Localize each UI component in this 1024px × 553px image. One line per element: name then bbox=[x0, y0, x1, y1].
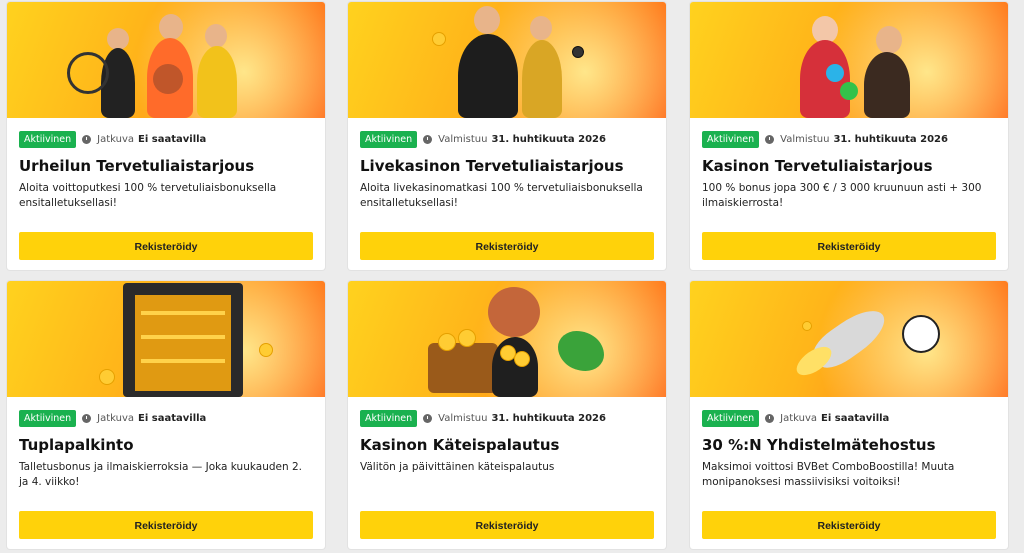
promo-card-double-reward: Aktiivinen Jatkuva Ei saatavilla Tuplapa… bbox=[7, 281, 325, 549]
duration-label: Valmistuu bbox=[438, 133, 488, 145]
duration-label: Jatkuva bbox=[780, 412, 818, 424]
register-button[interactable]: Rekisteröidy bbox=[360, 232, 654, 260]
promo-card-live-casino-welcome: Aktiivinen Valmistuu 31. huhtikuuta 2026… bbox=[348, 2, 666, 270]
promo-description: Aloita livekasinomatkasi 100 % tervetuli… bbox=[360, 182, 643, 209]
status-badge: Aktiivinen bbox=[702, 130, 760, 148]
promo-title: Kasinon Tervetuliaistarjous bbox=[702, 157, 933, 175]
promo-card-casino-cashback: Aktiivinen Valmistuu 31. huhtikuuta 2026… bbox=[348, 281, 666, 549]
promo-banner-image bbox=[348, 281, 666, 397]
promo-banner-image bbox=[348, 2, 666, 118]
clock-icon bbox=[82, 134, 92, 144]
promo-description: Välitön ja päivittäinen käteispalautus bbox=[360, 461, 555, 473]
register-button[interactable]: Rekisteröidy bbox=[702, 511, 996, 539]
promo-banner-image bbox=[690, 2, 1008, 118]
promo-title: Kasinon Käteispalautus bbox=[360, 436, 560, 454]
promo-card-casino-welcome: Aktiivinen Valmistuu 31. huhtikuuta 2026… bbox=[690, 2, 1008, 270]
duration-value: Ei saatavilla bbox=[138, 133, 207, 145]
promo-card-combo-boost: Aktiivinen Jatkuva Ei saatavilla 30 %:N … bbox=[690, 281, 1008, 549]
duration-value: Ei saatavilla bbox=[138, 412, 207, 424]
promo-card-sports-welcome: Aktiivinen Jatkuva Ei saatavilla Urheilu… bbox=[7, 2, 325, 270]
promo-description: Talletusbonus ja ilmaiskierroksia — Joka… bbox=[19, 461, 302, 488]
promo-banner-image bbox=[7, 281, 325, 397]
duration-label: Valmistuu bbox=[438, 412, 488, 424]
register-button[interactable]: Rekisteröidy bbox=[360, 511, 654, 539]
clock-icon bbox=[765, 413, 775, 423]
status-badge: Aktiivinen bbox=[360, 130, 418, 148]
promo-title: Urheilun Tervetuliaistarjous bbox=[19, 157, 255, 175]
clock-icon bbox=[423, 413, 433, 423]
duration-value: 31. huhtikuuta 2026 bbox=[491, 133, 606, 145]
promotions-grid: Aktiivinen Jatkuva Ei saatavilla Urheilu… bbox=[0, 0, 1024, 553]
promo-description: Aloita voittoputkesi 100 % tervetuliaisb… bbox=[19, 182, 277, 209]
clock-icon bbox=[82, 413, 92, 423]
clock-icon bbox=[765, 134, 775, 144]
register-button[interactable]: Rekisteröidy bbox=[19, 511, 313, 539]
promo-title: Tuplapalkinto bbox=[19, 436, 134, 454]
register-button[interactable]: Rekisteröidy bbox=[19, 232, 313, 260]
duration-label: Valmistuu bbox=[780, 133, 830, 145]
duration-value: Ei saatavilla bbox=[821, 412, 890, 424]
duration-value: 31. huhtikuuta 2026 bbox=[491, 412, 606, 424]
status-badge: Aktiivinen bbox=[702, 409, 760, 427]
promo-banner-image bbox=[690, 281, 1008, 397]
promo-title: Livekasinon Tervetuliaistarjous bbox=[360, 157, 624, 175]
promo-description: Maksimoi voittosi BVBet ComboBoostilla! … bbox=[702, 461, 955, 488]
status-badge: Aktiivinen bbox=[360, 409, 418, 427]
promo-banner-image bbox=[7, 2, 325, 118]
status-badge: Aktiivinen bbox=[19, 130, 77, 148]
promo-title: 30 %:N Yhdistelmätehostus bbox=[702, 436, 936, 454]
duration-value: 31. huhtikuuta 2026 bbox=[833, 133, 948, 145]
promo-description: 100 % bonus jopa 300 € / 3 000 kruunuun … bbox=[702, 182, 982, 209]
duration-label: Jatkuva bbox=[97, 133, 135, 145]
duration-label: Jatkuva bbox=[97, 412, 135, 424]
register-button[interactable]: Rekisteröidy bbox=[702, 232, 996, 260]
clock-icon bbox=[423, 134, 433, 144]
status-badge: Aktiivinen bbox=[19, 409, 77, 427]
